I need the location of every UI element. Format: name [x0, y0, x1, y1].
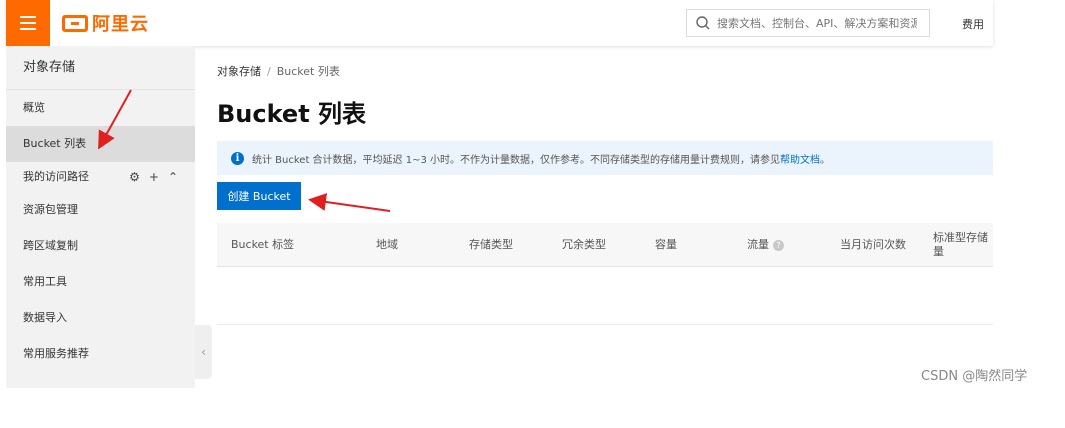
column-header-standard-storage[interactable]: 标准型存储量 — [933, 223, 993, 267]
search-box[interactable] — [686, 9, 930, 37]
bucket-table-body — [217, 267, 993, 325]
info-notice: i 统计 Bucket 合计数据，平均延迟 1~3 小时。不作为计量数据，仅作参… — [217, 141, 993, 175]
hamburger-icon — [20, 16, 36, 18]
gear-icon[interactable]: ⚙ — [129, 162, 140, 192]
arrow-to-create-button — [308, 193, 391, 212]
menu-button[interactable] — [6, 0, 50, 46]
logo-text: 阿里云 — [92, 14, 149, 35]
sidebar-group-actions: ⚙ + ⌃ — [129, 162, 178, 192]
info-text: 统计 Bucket 合计数据，平均延迟 1~3 小时。不作为计量数据，仅作参考。… — [252, 154, 831, 166]
breadcrumb-item-oss[interactable]: 对象存储 — [217, 65, 261, 78]
sidebar-item-common-tools[interactable]: 常用工具 — [6, 264, 195, 300]
aliyun-logo-icon — [62, 14, 88, 32]
column-header-storage-class[interactable]: 存储类型 — [469, 223, 513, 267]
sidebar-group-access-paths: 我的访问路径 ⚙ + ⌃ — [6, 162, 195, 192]
sidebar-item-data-import[interactable]: 数据导入 — [6, 300, 195, 336]
search-icon — [696, 16, 710, 30]
column-header-redundancy-type[interactable]: 冗余类型 — [562, 223, 606, 267]
sidebar-group-label: 我的访问路径 — [23, 170, 89, 183]
fee-link[interactable]: 费用 — [962, 16, 984, 32]
breadcrumb-item-current: Bucket 列表 — [276, 65, 340, 78]
help-icon[interactable]: ? — [773, 239, 784, 251]
info-icon: i — [231, 151, 244, 165]
column-header-capacity[interactable]: 容量 — [655, 223, 677, 267]
sidebar-title: 对象存储 — [6, 46, 195, 90]
column-header-traffic[interactable]: 流量? — [747, 223, 784, 267]
search-input[interactable] — [717, 16, 917, 30]
sidebar-item-overview[interactable]: 概览 — [6, 90, 195, 126]
column-header-monthly-requests[interactable]: 当月访问次数 — [840, 223, 908, 267]
sidebar: 对象存储 概览 Bucket 列表 我的访问路径 ⚙ + ⌃ 资源包管理 跨区域… — [6, 46, 195, 388]
aliyun-logo[interactable]: 阿里云 — [62, 11, 149, 35]
chevron-up-icon[interactable]: ⌃ — [168, 162, 178, 192]
column-header-bucket-tag[interactable]: Bucket 标签 — [231, 223, 294, 267]
page-title: Bucket 列表 — [217, 100, 367, 128]
sidebar-collapse-button[interactable]: ‹ — [195, 325, 212, 379]
help-docs-link[interactable]: 帮助文档 — [780, 155, 820, 166]
top-navigation-bar: 阿里云 费用 — [6, 0, 993, 46]
sidebar-item-cross-region-replication[interactable]: 跨区域复制 — [6, 228, 195, 264]
sidebar-item-bucket-list[interactable]: Bucket 列表 — [6, 126, 195, 162]
watermark: CSDN @陶然同学 — [921, 369, 1028, 384]
sidebar-item-resource-packages[interactable]: 资源包管理 — [6, 192, 195, 228]
sidebar-item-recommended-services[interactable]: 常用服务推荐 — [6, 336, 195, 372]
chevron-left-icon: ‹ — [201, 345, 206, 359]
create-bucket-button[interactable]: 创建 Bucket — [217, 182, 301, 210]
column-header-region[interactable]: 地域 — [376, 223, 398, 267]
plus-icon[interactable]: + — [149, 162, 159, 192]
bucket-table-header: Bucket 标签 地域 存储类型 冗余类型 容量 流量? 当月访问次数 标准型… — [217, 223, 993, 267]
breadcrumb: 对象存储 / Bucket 列表 — [217, 65, 340, 78]
